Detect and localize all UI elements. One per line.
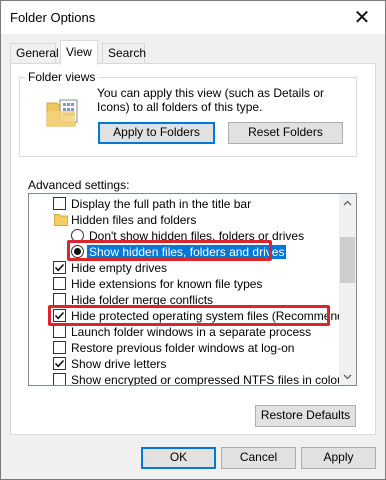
- advanced-settings-list[interactable]: Display the full path in the title bar H…: [28, 193, 357, 386]
- folder-icon: [46, 99, 78, 127]
- apply-button[interactable]: Apply: [301, 447, 376, 469]
- scrollbar-thumb[interactable]: [340, 237, 355, 283]
- checkbox-checked[interactable]: [53, 309, 66, 322]
- tab-view[interactable]: View: [60, 40, 98, 65]
- scroll-down-icon[interactable]: [339, 368, 356, 385]
- ok-button[interactable]: OK: [141, 447, 216, 469]
- cancel-button[interactable]: Cancel: [221, 447, 296, 469]
- checkbox-checked[interactable]: [53, 357, 66, 370]
- scroll-up-icon[interactable]: [339, 194, 356, 211]
- checkbox[interactable]: [53, 341, 66, 354]
- folder-options-dialog: Folder Options ✕ General View Search Fol…: [0, 0, 386, 480]
- title-bar: Folder Options ✕: [1, 1, 385, 34]
- tab-general[interactable]: General: [10, 43, 59, 64]
- checkbox[interactable]: [53, 293, 66, 306]
- reset-folders-button[interactable]: Reset Folders: [228, 122, 343, 144]
- radio-button[interactable]: [71, 229, 84, 242]
- advanced-settings-label: Advanced settings:: [28, 178, 130, 192]
- window-title: Folder Options: [10, 10, 96, 25]
- tab-search[interactable]: Search: [102, 43, 146, 64]
- vertical-scrollbar[interactable]: [339, 194, 356, 385]
- check-icon: [54, 263, 65, 272]
- folder-views-label: Folder views: [25, 70, 99, 84]
- folder-views-description: You can apply this view (such as Details…: [97, 86, 325, 114]
- checkbox[interactable]: [53, 277, 66, 290]
- folder-icon: [54, 214, 68, 226]
- checkbox[interactable]: [53, 373, 66, 385]
- selected-item-label: Show hidden files, folders and drives: [87, 245, 287, 259]
- check-icon: [54, 311, 65, 320]
- apply-to-folders-button[interactable]: Apply to Folders: [98, 122, 215, 144]
- checkbox[interactable]: [53, 325, 66, 338]
- check-icon: [54, 359, 65, 368]
- restore-defaults-button[interactable]: Restore Defaults: [255, 405, 356, 427]
- checkbox-checked[interactable]: [53, 261, 66, 274]
- close-icon[interactable]: ✕: [339, 1, 385, 34]
- checkbox[interactable]: [53, 197, 66, 210]
- radio-button-selected[interactable]: [71, 245, 84, 258]
